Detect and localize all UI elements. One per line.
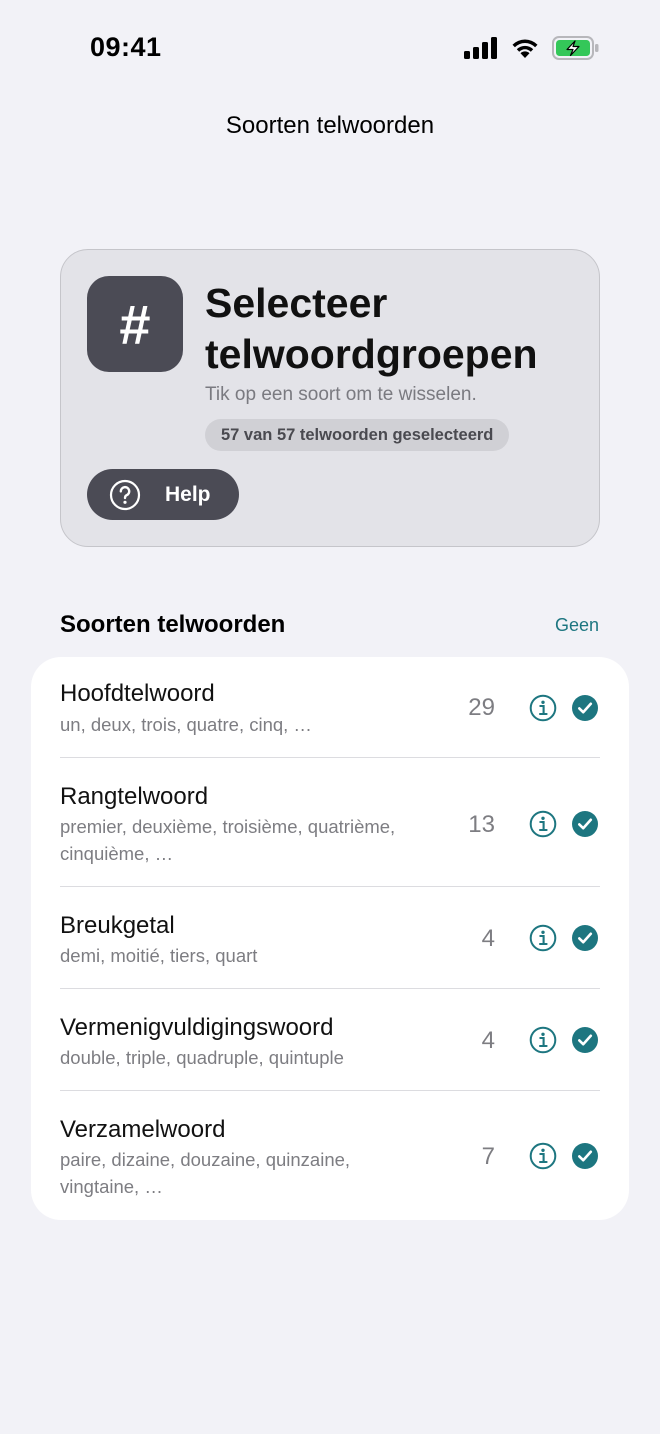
checkmark-circle-icon [572,1143,598,1169]
item-title: Verzamelwoord [60,1116,226,1143]
checkmark-circle-icon [572,1027,598,1053]
category-list: Hoofdtelwoord un, deux, trois, quatre, c… [31,657,629,1220]
status-time: 09:41 [90,32,162,62]
item-title: Breukgetal [60,912,175,939]
selected-checkbox[interactable] [571,810,599,838]
info-button[interactable] [529,924,557,952]
battery-charging-icon [552,36,600,60]
selected-checkbox[interactable] [571,1026,599,1054]
item-examples: premier, deuxième, troisième, quatrième,… [60,816,396,864]
info-icon [529,810,557,838]
info-icon [529,694,557,722]
list-item-rangtelwoord[interactable]: Rangtelwoord premier, deuxième, troisièm… [31,758,629,887]
info-icon [529,1142,557,1170]
nav-title: Soorten telwoorden [225,112,435,139]
info-button[interactable] [529,1026,557,1054]
selected-checkbox[interactable] [571,1142,599,1170]
selection-count-badge: 57 van 57 telwoorden geselecteerd [205,419,510,451]
status-bar: 09:41 [0,0,660,96]
deselect-all-button[interactable]: Geen [555,615,599,636]
help-button[interactable]: Help [87,469,239,520]
cellular-signal-icon [464,37,498,59]
item-title: Hoofdtelwoord [60,680,215,707]
list-item-verzamelwoord[interactable]: Verzamelwoord paire, dizaine, douzaine, … [31,1091,629,1220]
item-title: Rangtelwoord [60,783,209,810]
checkmark-circle-icon [572,925,598,951]
item-examples: paire, dizaine, douzaine, quinzaine, vin… [60,1149,351,1197]
section-title: Soorten telwoorden [60,611,286,638]
header-card: # Selecteer telwoordgroepen Tik op een s… [60,249,600,547]
item-examples: un, deux, trois, quatre, cinq, … [60,714,312,735]
item-examples: demi, moitié, tiers, quart [60,945,258,966]
selected-checkbox[interactable] [571,924,599,952]
status-icons [464,36,600,60]
info-button[interactable] [529,810,557,838]
list-item-breukgetal[interactable]: Breukgetal demi, moitié, tiers, quart 4 [31,887,629,989]
info-icon [529,924,557,952]
list-item-hoofdtelwoord[interactable]: Hoofdtelwoord un, deux, trois, quatre, c… [31,657,629,758]
item-count: 4 [481,1027,495,1054]
hash-icon: # [87,276,183,372]
item-title: Vermenigvuldigingswoord [60,1014,334,1041]
checkmark-circle-icon [572,811,598,837]
checkmark-circle-icon [572,695,598,721]
wifi-icon [510,37,540,59]
header-subtitle: Tik op een soort om te wisselen. [205,384,477,405]
header-title: Selecteer telwoordgroepen [205,280,538,377]
info-button[interactable] [529,1142,557,1170]
selected-checkbox[interactable] [571,694,599,722]
info-icon [529,1026,557,1054]
item-count: 13 [468,811,495,838]
item-count: 29 [468,694,495,721]
help-button-label: Help [165,482,211,506]
list-item-vermenigvuldigingswoord[interactable]: Vermenigvuldigingswoord double, triple, … [31,989,629,1091]
screen: 09:41 Soorten telwoorden # Selecteer tel… [0,0,660,1434]
item-count: 4 [481,925,495,952]
info-button[interactable] [529,694,557,722]
item-examples: double, triple, quadruple, quintuple [60,1047,344,1068]
question-circle-icon [109,479,141,510]
item-count: 7 [481,1143,495,1170]
